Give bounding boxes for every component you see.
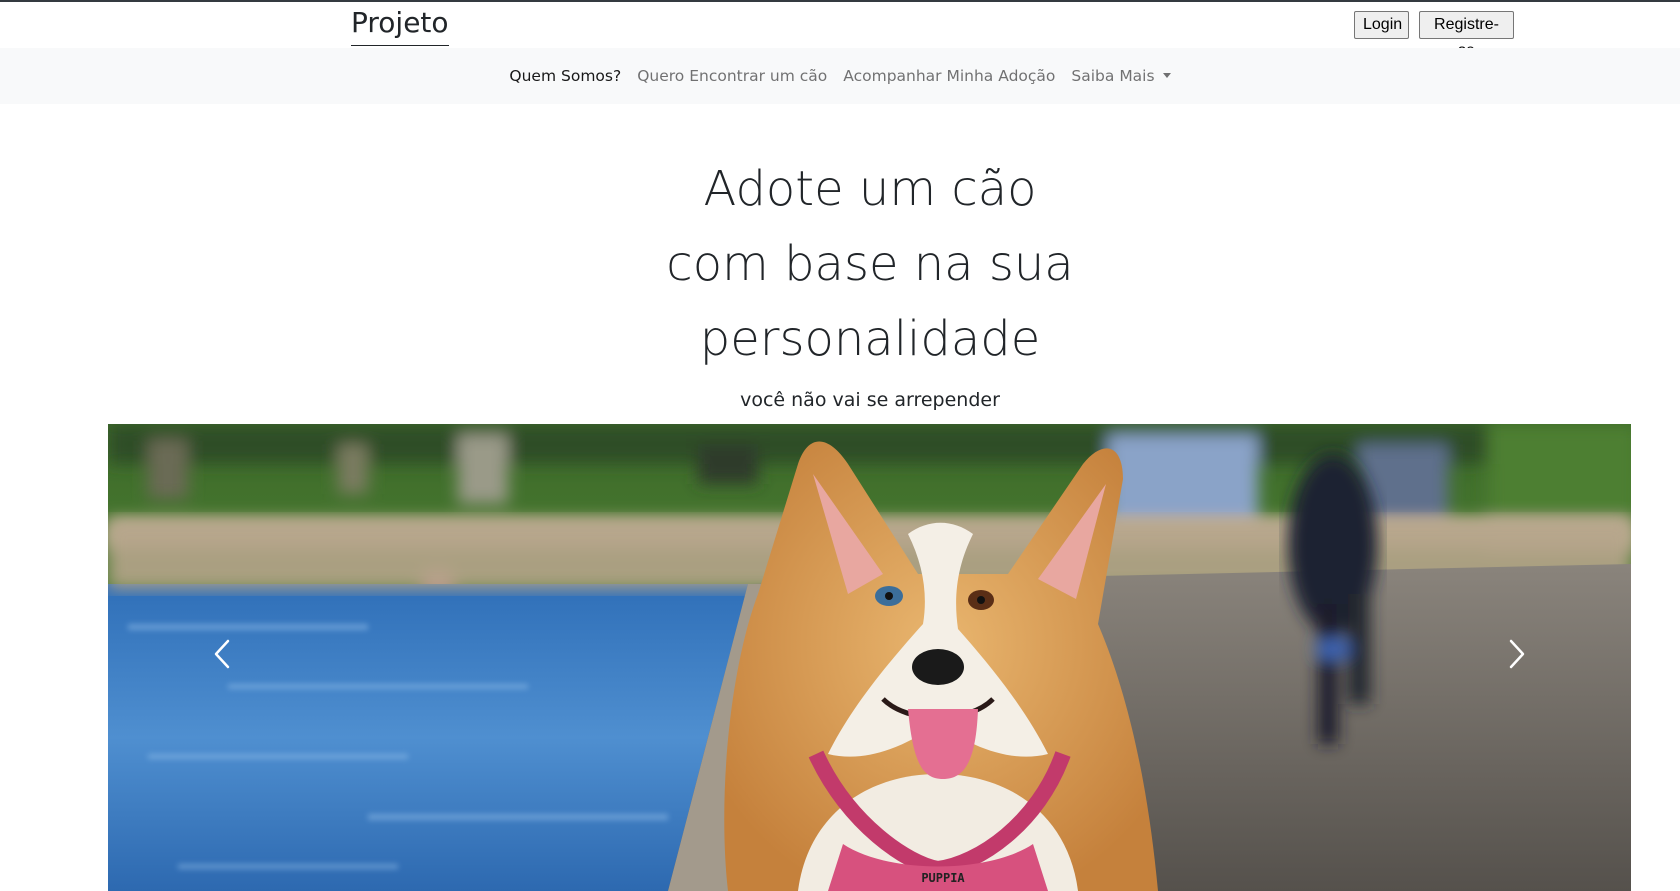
chevron-left-icon	[214, 639, 230, 668]
login-button[interactable]: Login	[1354, 11, 1409, 39]
nav-item-encontrar-cao[interactable]: Quero Encontrar um cão	[629, 64, 835, 88]
top-border	[0, 0, 1680, 2]
carousel-next-button[interactable]	[1403, 424, 1631, 891]
hero-title-line: Adote um cão	[703, 161, 1037, 217]
nav-item-saiba-mais-label: Saiba Mais	[1071, 67, 1155, 85]
nav-item-quem-somos[interactable]: Quem Somos?	[501, 64, 629, 88]
chevron-right-icon	[1509, 639, 1525, 668]
register-button[interactable]: Registre-se	[1419, 11, 1514, 59]
nav-item-saiba-mais-dropdown[interactable]: Saiba Mais	[1063, 64, 1178, 88]
navbar: Quem Somos? Quero Encontrar um cão Acomp…	[0, 48, 1680, 104]
hero-subtitle: você não vai se arrepender	[740, 389, 1000, 411]
hero-title-line: com base na sua	[666, 236, 1074, 292]
collar-text: PUPPIA	[921, 871, 965, 885]
nav-links: Quem Somos? Quero Encontrar um cão Acomp…	[0, 48, 1680, 104]
carousel: PUPPIA	[108, 424, 1631, 891]
hero-title: Adote um cão com base na sua personalidade	[540, 152, 1200, 377]
carousel-prev-button[interactable]	[108, 424, 336, 891]
nav-item-acompanhar-adocao[interactable]: Acompanhar Minha Adoção	[835, 64, 1063, 88]
brand-logo[interactable]: Projeto	[351, 4, 449, 46]
caret-down-icon	[1162, 73, 1171, 78]
hero-title-line: personalidade	[699, 311, 1041, 367]
